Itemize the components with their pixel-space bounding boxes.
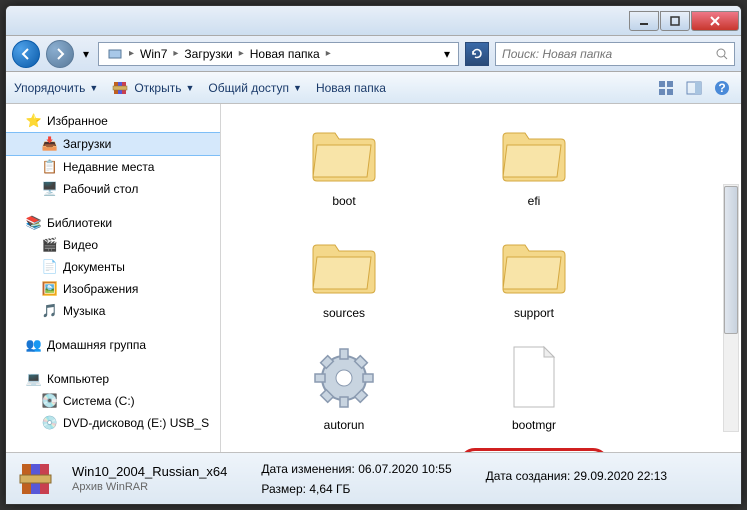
chevron-right-icon: ▸ (129, 48, 134, 59)
sidebar-item-downloads[interactable]: 📥Загрузки (6, 132, 220, 156)
status-modified-label: Дата изменения: (261, 462, 355, 476)
maximize-button[interactable] (660, 11, 690, 31)
sidebar-computer[interactable]: 💻Компьютер (6, 368, 220, 390)
sidebar-item-dvd[interactable]: 💿DVD-дисковод (E:) USB_S (6, 412, 220, 434)
star-icon: ⭐ (26, 113, 42, 129)
homegroup-icon: 👥 (26, 337, 42, 353)
file-item-boot[interactable]: boot (269, 112, 419, 214)
gear-icon (304, 342, 384, 414)
breadcrumb-system-icon[interactable] (103, 44, 127, 64)
file-label: support (514, 306, 554, 320)
pictures-icon: 🖼️ (42, 281, 58, 297)
forward-button[interactable] (46, 40, 74, 68)
libraries-icon: 📚 (26, 215, 42, 231)
video-icon: 🎬 (42, 237, 58, 253)
folder-icon (304, 118, 384, 190)
chevron-right-icon: ▸ (173, 48, 178, 59)
view-options-button[interactable] (655, 77, 677, 99)
refresh-button[interactable] (465, 42, 489, 66)
navigation-bar: ▾ ▸ Win7 ▸ Загрузки ▸ Новая папка ▸ ▾ (6, 36, 741, 72)
file-icon (494, 342, 574, 414)
sidebar-item-video[interactable]: 🎬Видео (6, 234, 220, 256)
content-pane[interactable]: boot efi sources support autorun bootmgr bootm… (221, 104, 741, 452)
file-item-support[interactable]: support (459, 224, 609, 326)
downloads-icon: 📥 (42, 136, 58, 152)
sidebar-item-drive-c[interactable]: 💽Система (C:) (6, 390, 220, 412)
toolbar: Упорядочить▼ Открыть▼ Общий доступ▼ Нова… (6, 72, 741, 104)
file-item-bootmgr[interactable]: bootmgr (459, 336, 609, 438)
folder-icon (494, 118, 574, 190)
search-box[interactable] (495, 42, 735, 66)
winrar-icon (112, 79, 130, 97)
sidebar-homegroup[interactable]: 👥Домашняя группа (6, 334, 220, 356)
drive-icon: 💽 (42, 393, 58, 409)
scrollbar-thumb[interactable] (724, 186, 738, 334)
file-item-bootmgr-efi[interactable]: bootmgr.efi (269, 448, 419, 452)
status-size-label: Размер: (261, 482, 306, 496)
file-item-setup[interactable]: setup (459, 448, 609, 452)
recent-icon: 📋 (42, 159, 58, 175)
file-label: sources (323, 306, 365, 320)
file-label: efi (528, 194, 541, 208)
breadcrumb-item[interactable]: Загрузки (180, 45, 236, 63)
documents-icon: 📄 (42, 259, 58, 275)
sidebar-favorites[interactable]: ⭐Избранное (6, 110, 220, 132)
file-label: bootmgr (512, 418, 556, 432)
help-button[interactable]: ? (711, 77, 733, 99)
explorer-window: ▾ ▸ Win7 ▸ Загрузки ▸ Новая папка ▸ ▾ Уп… (5, 5, 742, 505)
status-bar: Win10_2004_Russian_x64 Архив WinRAR Дата… (6, 452, 741, 504)
sidebar-item-music[interactable]: 🎵Музыка (6, 300, 220, 322)
scrollbar[interactable] (723, 184, 739, 432)
dvd-icon: 💿 (42, 415, 58, 431)
breadcrumb[interactable]: ▸ Win7 ▸ Загрузки ▸ Новая папка ▸ ▾ (98, 42, 459, 66)
computer-icon: 💻 (26, 371, 42, 387)
status-filename: Win10_2004_Russian_x64 (72, 464, 227, 479)
share-button[interactable]: Общий доступ▼ (208, 81, 302, 95)
status-filetype: Архив WinRAR (72, 481, 227, 493)
desktop-icon: 🖥️ (42, 181, 58, 197)
status-created: 29.09.2020 22:13 (574, 469, 667, 483)
file-label: boot (332, 194, 355, 208)
preview-pane-button[interactable] (683, 77, 705, 99)
sidebar-libraries[interactable]: 📚Библиотеки (6, 212, 220, 234)
search-icon (715, 47, 728, 61)
status-modified: 06.07.2020 10:55 (358, 462, 451, 476)
status-file-icon (16, 458, 58, 500)
sidebar-item-desktop[interactable]: 🖥️Рабочий стол (6, 178, 220, 200)
svg-text:?: ? (718, 81, 725, 95)
minimize-button[interactable] (629, 11, 659, 31)
music-icon: 🎵 (42, 303, 58, 319)
sidebar-item-recent[interactable]: 📋Недавние места (6, 156, 220, 178)
sidebar-item-pictures[interactable]: 🖼️Изображения (6, 278, 220, 300)
breadcrumb-item[interactable]: Win7 (136, 45, 171, 63)
file-item-efi[interactable]: efi (459, 112, 609, 214)
back-button[interactable] (12, 40, 40, 68)
titlebar (6, 6, 741, 36)
open-button[interactable]: Открыть▼ (112, 79, 194, 97)
status-created-label: Дата создания: (486, 469, 571, 483)
new-folder-button[interactable]: Новая папка (316, 81, 386, 95)
breadcrumb-dropdown[interactable]: ▾ (440, 45, 454, 63)
file-item-sources[interactable]: sources (269, 224, 419, 326)
sidebar-item-documents[interactable]: 📄Документы (6, 256, 220, 278)
chevron-right-icon: ▸ (239, 48, 244, 59)
folder-icon (304, 230, 384, 302)
file-label: autorun (324, 418, 365, 432)
status-size: 4,64 ГБ (309, 482, 350, 496)
sidebar: ⭐Избранное 📥Загрузки 📋Недавние места 🖥️Р… (6, 104, 221, 452)
close-button[interactable] (691, 11, 739, 31)
history-dropdown[interactable]: ▾ (80, 45, 92, 63)
breadcrumb-item[interactable]: Новая папка (246, 45, 324, 63)
organize-button[interactable]: Упорядочить▼ (14, 81, 98, 95)
file-item-autorun[interactable]: autorun (269, 336, 419, 438)
chevron-right-icon: ▸ (326, 48, 331, 59)
body: ⭐Избранное 📥Загрузки 📋Недавние места 🖥️Р… (6, 104, 741, 452)
folder-icon (494, 230, 574, 302)
search-input[interactable] (502, 47, 715, 61)
